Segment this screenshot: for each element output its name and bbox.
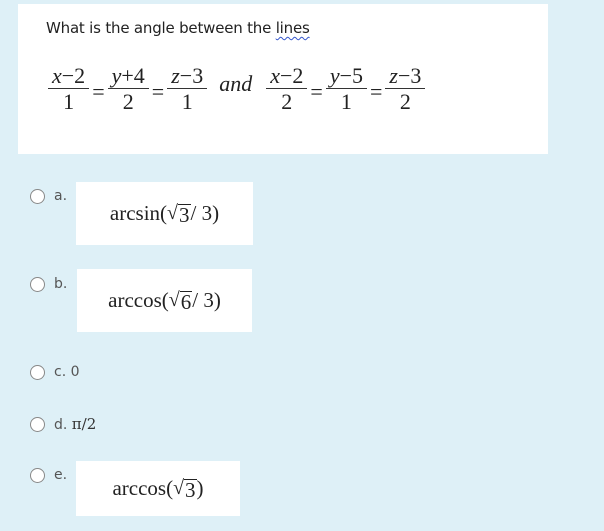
fraction-line1-z: z−3 1 <box>165 64 209 115</box>
option-e[interactable]: e. <box>30 465 67 485</box>
question-text-main: What is the angle between the <box>46 19 276 37</box>
numerator-rest: −2 <box>279 63 304 88</box>
square-root: √ 3 <box>167 202 191 227</box>
option-tail: ) <box>196 476 204 500</box>
radicand: 3 <box>178 203 191 227</box>
equals-sign: = <box>151 78 165 104</box>
line-equations: x−2 1 = y+4 2 = z−3 1 and x−2 2 = y−5 1 … <box>46 64 427 115</box>
question-box: What is the angle between the lines x−2 … <box>18 4 548 154</box>
option-b[interactable]: b. <box>30 274 67 294</box>
option-label: c. 0 <box>54 362 80 382</box>
square-root: √ 3 <box>173 477 197 502</box>
numerator-var: x <box>52 63 62 88</box>
radicand: 3 <box>184 478 197 502</box>
square-root: √ 6 <box>168 289 193 314</box>
option-tail: / 3) <box>190 201 220 225</box>
numerator-rest: −5 <box>339 63 363 88</box>
and-connector: and <box>219 70 253 96</box>
denominator: 2 <box>122 89 134 114</box>
fraction-line2-z: z−3 2 <box>383 64 427 115</box>
radio-button[interactable] <box>30 417 45 432</box>
fraction-line1-y: y+4 2 <box>106 64 151 115</box>
option-text: 0 <box>70 364 80 380</box>
equals-sign: = <box>310 78 323 104</box>
fraction-line2-y: y−5 1 <box>324 64 369 115</box>
radio-button[interactable] <box>30 189 45 204</box>
option-func: arcsin( <box>109 201 168 225</box>
radical-sign: √ <box>168 289 180 311</box>
numerator-var: z <box>171 63 180 88</box>
denominator: 1 <box>181 89 193 114</box>
numerator-rest: −3 <box>397 63 422 88</box>
radical-sign: √ <box>167 202 179 224</box>
numerator-var: y <box>329 63 340 88</box>
radio-button[interactable] <box>30 365 45 380</box>
numerator-var: x <box>270 63 280 88</box>
option-e-image[interactable]: arccos( √ 3 ) <box>76 461 240 516</box>
option-letter: d. <box>54 417 68 433</box>
numerator-var: y <box>111 63 122 88</box>
option-text: π/2 <box>71 415 97 433</box>
option-a-image[interactable]: arcsin( √ 3 / 3) <box>76 182 253 245</box>
numerator-rest: +4 <box>121 63 145 88</box>
fraction-line2-x: x−2 2 <box>264 64 309 115</box>
denominator: 1 <box>63 89 75 114</box>
option-c[interactable]: c. 0 <box>30 362 80 382</box>
denominator: 1 <box>340 89 352 114</box>
option-d[interactable]: d. π/2 <box>30 414 96 435</box>
option-tail: / 3) <box>192 288 221 312</box>
radio-button[interactable] <box>30 468 45 483</box>
option-letter: a. <box>54 188 68 204</box>
spellcheck-flagged-word: lines <box>275 19 310 37</box>
numerator-var: z <box>389 63 398 88</box>
option-letter: b. <box>54 276 68 292</box>
numerator-rest: −2 <box>61 63 86 88</box>
equals-sign: = <box>370 78 383 104</box>
denominator: 2 <box>281 89 293 114</box>
option-b-image[interactable]: arccos( √ 6 / 3) <box>77 269 252 332</box>
radical-sign: √ <box>173 477 185 499</box>
fraction-line1-x: x−2 1 <box>46 64 91 115</box>
option-func: arccos( <box>108 288 169 312</box>
question-text: What is the angle between the lines <box>46 19 310 37</box>
option-a[interactable]: a. <box>30 186 67 206</box>
radio-button[interactable] <box>30 277 45 292</box>
option-label: d. π/2 <box>54 414 96 435</box>
equals-sign: = <box>92 78 105 104</box>
option-letter: c. <box>54 364 67 380</box>
denominator: 2 <box>399 89 411 114</box>
numerator-rest: −3 <box>179 63 204 88</box>
option-func: arccos( <box>112 476 174 500</box>
radicand: 6 <box>179 290 193 314</box>
option-letter: e. <box>54 467 68 483</box>
